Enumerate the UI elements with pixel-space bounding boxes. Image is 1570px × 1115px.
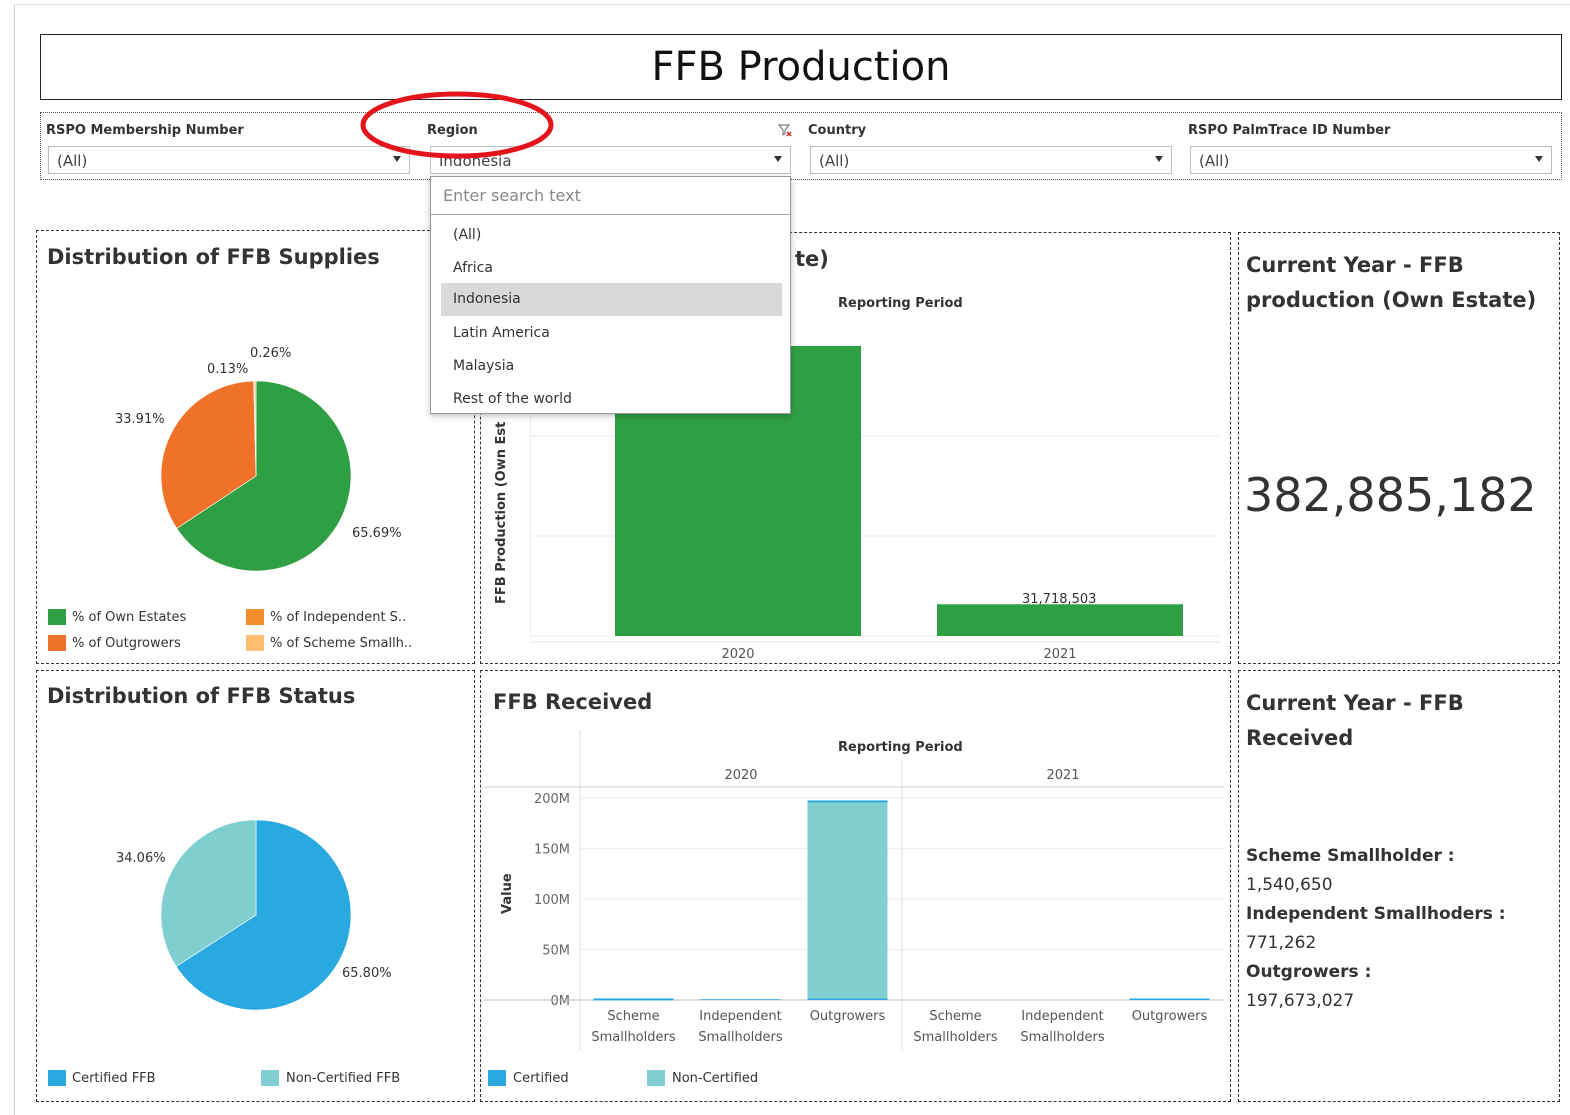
- y-tick-label: 100M: [534, 893, 570, 908]
- region-option-selected[interactable]: Indonesia: [441, 283, 782, 316]
- pie-label-scheme: 0.26%: [250, 346, 292, 361]
- region-dropdown[interactable]: Enter search text (All) Africa Indonesia…: [430, 176, 791, 414]
- own-estate-value-label: 31,718,503: [1022, 592, 1097, 607]
- region-search-input[interactable]: Enter search text: [431, 177, 790, 215]
- supplies-title: Distribution of FFB Supplies: [47, 245, 380, 269]
- x-tick-label: 2020: [721, 647, 754, 662]
- highlight-ellipse: [360, 91, 554, 159]
- x-tick-label: Independent: [1021, 1009, 1103, 1024]
- region-option[interactable]: Rest of the world: [441, 383, 782, 416]
- palmtrace-select[interactable]: (All): [1190, 146, 1552, 174]
- x-tick-label: Outgrowers: [1132, 1009, 1208, 1024]
- legend-swatch-own: [48, 609, 66, 625]
- status-title: Distribution of FFB Status: [47, 684, 356, 708]
- pie-label-outgrowers: 33.91%: [115, 412, 165, 427]
- independent-value: 771,262: [1246, 933, 1317, 953]
- legend-noncertified[interactable]: Non-Certified FFB: [286, 1071, 400, 1086]
- legend-received-certified[interactable]: Certified: [513, 1071, 569, 1086]
- page-title: FFB Production: [40, 34, 1562, 100]
- x-tick-label: Independent: [699, 1009, 781, 1024]
- chevron-down-icon[interactable]: [774, 156, 782, 162]
- own-estate-header: Reporting Period: [838, 296, 963, 311]
- country-value: (All): [819, 152, 850, 170]
- membership-select[interactable]: (All): [48, 146, 410, 174]
- x-tick-label: Smallholders: [698, 1030, 783, 1045]
- x-tick-label: Outgrowers: [810, 1009, 886, 1024]
- filter-label-membership: RSPO Membership Number: [46, 123, 244, 138]
- legend-scheme[interactable]: % of Scheme Smallh..: [270, 636, 412, 651]
- pie-label-independent: 0.13%: [207, 362, 249, 377]
- bar-certified[interactable]: [807, 998, 888, 1000]
- region-option[interactable]: (All): [441, 219, 782, 252]
- x-tick-label: Smallholders: [913, 1030, 998, 1045]
- legend-received-noncertified[interactable]: Non-Certified: [672, 1071, 758, 1086]
- legend-certified[interactable]: Certified FFB: [72, 1071, 156, 1086]
- legend-swatch-scheme: [246, 635, 264, 651]
- region-option[interactable]: Latin America: [441, 317, 782, 350]
- region-option[interactable]: Africa: [441, 252, 782, 285]
- current-own-value: 382,885,182: [1244, 468, 1537, 522]
- scheme-value: 1,540,650: [1246, 875, 1333, 895]
- scheme-label: Scheme Smallholder :: [1246, 846, 1455, 866]
- clear-filter-icon[interactable]: [777, 123, 793, 139]
- y-tick-label: 50M: [542, 944, 570, 959]
- legend-own[interactable]: % of Own Estates: [72, 610, 186, 625]
- palmtrace-value: (All): [1199, 152, 1230, 170]
- legend-swatch-received-certified: [488, 1070, 506, 1086]
- chevron-down-icon[interactable]: [1535, 156, 1543, 162]
- country-select[interactable]: (All): [810, 146, 1172, 174]
- x-tick-label: Smallholders: [591, 1030, 676, 1045]
- chevron-down-icon[interactable]: [1155, 156, 1163, 162]
- received-chart: 0M 50M 100M 150M 200M 2020 Scheme Smallholders I…: [484, 730, 1224, 1050]
- x-tick-label: Scheme: [929, 1009, 981, 1024]
- x-tick-label: 2021: [1043, 647, 1076, 662]
- filter-label-palmtrace: RSPO PalmTrace ID Number: [1188, 123, 1391, 138]
- current-received-title: Current Year - FFB Received: [1246, 691, 1464, 750]
- x-tick-label: Scheme: [607, 1009, 659, 1024]
- pie-label-own: 65.69%: [352, 526, 402, 541]
- pane-header: 2021: [1046, 768, 1079, 783]
- pane-header: 2020: [724, 768, 757, 783]
- legend-swatch-outgrowers: [48, 635, 66, 651]
- bar-2021[interactable]: [937, 604, 1183, 636]
- legend-swatch-noncertified: [261, 1070, 279, 1086]
- bar-certified[interactable]: [700, 999, 781, 1000]
- outgrowers-label: Outgrowers :: [1246, 962, 1372, 982]
- status-pie: [160, 819, 352, 1011]
- received-title: FFB Received: [493, 690, 653, 714]
- legend-swatch-received-noncertified: [647, 1070, 665, 1086]
- legend-swatch-independent: [246, 609, 264, 625]
- bar-noncertified[interactable]: [807, 800, 888, 999]
- status-label-certified: 65.80%: [342, 966, 392, 981]
- outgrowers-value: 197,673,027: [1246, 991, 1355, 1011]
- legend-independent[interactable]: % of Independent S..: [270, 610, 406, 625]
- bar-cap: [593, 998, 674, 1001]
- current-own-title: Current Year - FFB production (Own Estat…: [1246, 253, 1537, 312]
- y-tick-label: 0M: [551, 994, 571, 1009]
- own-estate-title: te): [795, 247, 829, 271]
- membership-value: (All): [57, 152, 88, 170]
- status-label-noncertified: 34.06%: [116, 851, 166, 866]
- independent-label: Independent Smallhoders :: [1246, 904, 1506, 924]
- legend-swatch-certified: [48, 1070, 66, 1086]
- own-estate-ylabel: FFB Production (Own Est: [494, 421, 509, 604]
- supplies-pie: [160, 380, 352, 572]
- y-tick-label: 150M: [534, 843, 570, 858]
- y-tick-label: 200M: [534, 792, 570, 807]
- filter-label-country: Country: [808, 123, 867, 138]
- region-option[interactable]: Malaysia: [441, 350, 782, 383]
- bar-cap: [807, 800, 888, 803]
- x-tick-label: Smallholders: [1020, 1030, 1105, 1045]
- legend-outgrowers[interactable]: % of Outgrowers: [72, 636, 181, 651]
- bar-certified[interactable]: [1129, 998, 1210, 1000]
